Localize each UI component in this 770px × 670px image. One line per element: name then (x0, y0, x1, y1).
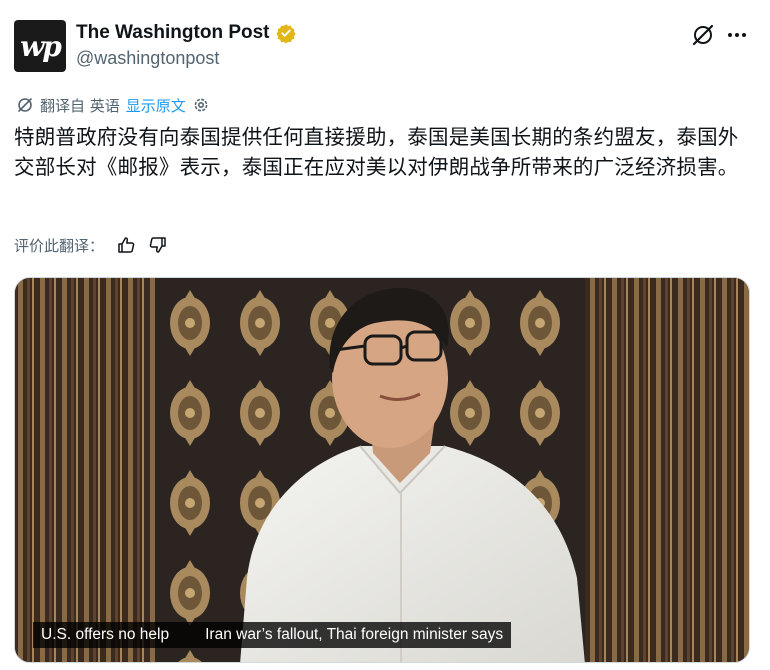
grok-icon[interactable] (690, 22, 716, 48)
name-row: The Washington Post (76, 20, 296, 46)
more-options-icon[interactable] (724, 22, 750, 48)
post-header: wp The Washington Post @washingtonpost (14, 18, 756, 74)
translate-icon (18, 98, 32, 112)
thumbs-up-icon[interactable] (116, 235, 136, 255)
video-caption: U.S. offers no help Iran war’s fallout, T… (33, 622, 512, 648)
gear-icon[interactable] (192, 96, 210, 114)
caption-left: U.S. offers no help (41, 626, 170, 643)
video-thumbnail (15, 278, 749, 662)
avatar[interactable]: wp (14, 20, 66, 72)
translation-bar: 翻译自 英语 显示原文 (16, 94, 210, 116)
rate-translation-bar: 评价此翻译： (14, 234, 168, 256)
verified-badge-icon (275, 24, 296, 43)
post-video[interactable]: U.S. offers no help Iran war’s fallout, T… (14, 277, 750, 663)
rate-translation-label: 评价此翻译： (14, 236, 105, 255)
display-name[interactable]: The Washington Post (76, 22, 270, 44)
post-text: 特朗普政府没有向泰国提供任何直接援助，泰国是美国长期的条约盟友，泰国外交部长对《… (14, 125, 739, 179)
caption-right: Iran war’s fallout, Thai foreign ministe… (205, 626, 504, 643)
show-original-link[interactable]: 显示原文 (126, 95, 186, 116)
handle[interactable]: @washingtonpost (76, 48, 219, 69)
thumbs-down-icon[interactable] (148, 235, 168, 255)
translated-from-label: 翻译自 英语 (40, 96, 120, 115)
